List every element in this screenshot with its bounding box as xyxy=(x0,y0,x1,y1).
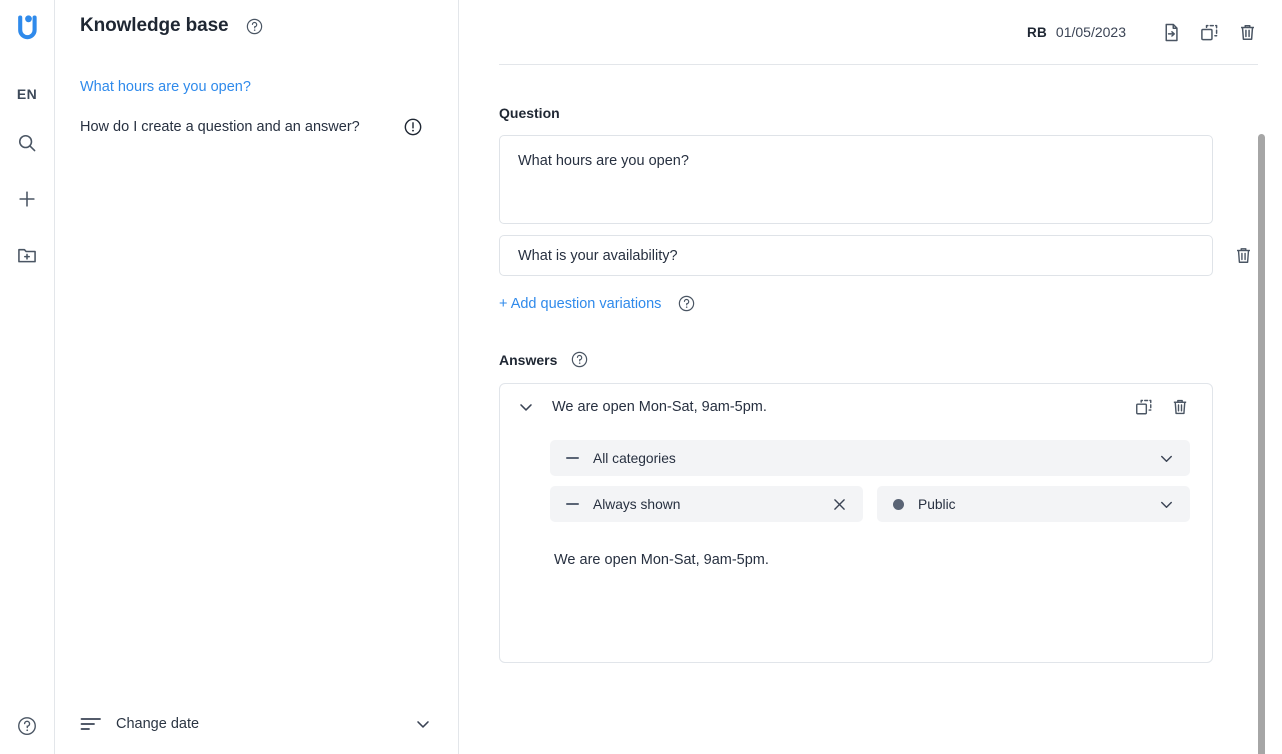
chevron-down-icon[interactable] xyxy=(1157,495,1176,514)
minus-icon xyxy=(566,503,579,505)
modified-date: 01/05/2023 xyxy=(1055,24,1126,40)
duplicate-answer-button[interactable] xyxy=(1130,393,1158,421)
question-variation-input[interactable]: What is your availability? xyxy=(499,235,1213,276)
close-x-icon[interactable] xyxy=(830,495,849,514)
plus-icon[interactable] xyxy=(12,184,42,214)
audience-select[interactable]: Public xyxy=(877,486,1190,522)
add-question-variations-row: + Add question variations xyxy=(499,294,1282,313)
detail-pane: RB 01/05/2023 Question What hours are yo… xyxy=(459,0,1282,754)
visibility-select-value: Always shown xyxy=(593,496,681,512)
status-dot-icon xyxy=(893,498,904,510)
list-item-label: What hours are you open? xyxy=(80,79,251,95)
minus-icon xyxy=(566,457,579,459)
list-item-label: How do I create a question and an answer… xyxy=(80,119,360,135)
answer-body-editor[interactable]: We are open Mon-Sat, 9am-5pm. xyxy=(500,552,1212,652)
list-panel-header: Knowledge base xyxy=(55,0,458,37)
scrollbar-thumb[interactable] xyxy=(1258,134,1265,754)
change-date-label: Change date xyxy=(116,716,200,732)
detail-header: RB 01/05/2023 xyxy=(459,0,1282,64)
alert-circle-icon[interactable] xyxy=(403,117,423,137)
language-indicator[interactable]: EN xyxy=(17,86,37,102)
answer-card-controls: All categories Always shown Public xyxy=(500,430,1212,522)
category-select-value: All categories xyxy=(593,450,676,466)
add-question-variations-link[interactable]: + Add question variations xyxy=(499,296,661,312)
question-label-text: Question xyxy=(499,105,560,121)
sort-lines-icon xyxy=(80,716,102,732)
delete-answer-button[interactable] xyxy=(1166,393,1194,421)
answer-card-title: We are open Mon-Sat, 9am-5pm. xyxy=(552,399,767,415)
chevron-down-icon[interactable] xyxy=(516,397,536,417)
delete-variation-button[interactable] xyxy=(1233,245,1254,266)
duplicate-button[interactable] xyxy=(1194,17,1224,47)
answer-card-header: We are open Mon-Sat, 9am-5pm. xyxy=(500,384,1212,430)
answer-visibility-row: Always shown Public xyxy=(550,486,1190,522)
visibility-select[interactable]: Always shown xyxy=(550,486,863,522)
list-item[interactable]: How do I create a question and an answer… xyxy=(55,107,458,147)
answers-label-text: Answers xyxy=(499,351,558,368)
author-initials: RB xyxy=(1027,24,1047,40)
question-variation-row: What is your availability? xyxy=(499,235,1282,276)
answers-section-label: Answers xyxy=(499,350,1282,369)
page-title: Knowledge base xyxy=(80,15,229,36)
knowledge-base-list-panel: Knowledge base What hours are you open? … xyxy=(55,0,459,754)
userlike-logo-icon[interactable] xyxy=(10,12,44,46)
app-root: EN Knowledge base What hours are you ope… xyxy=(0,0,1282,754)
help-circle-icon[interactable] xyxy=(677,294,696,313)
help-circle-icon[interactable] xyxy=(570,350,589,369)
chevron-down-icon[interactable] xyxy=(1157,449,1176,468)
help-circle-icon[interactable] xyxy=(245,17,264,36)
question-section-label: Question xyxy=(499,105,1282,121)
icon-rail: EN xyxy=(0,0,55,754)
change-date-control[interactable]: Change date xyxy=(55,694,458,754)
search-icon[interactable] xyxy=(12,128,42,158)
new-folder-icon[interactable] xyxy=(12,240,42,270)
category-select[interactable]: All categories xyxy=(550,440,1190,476)
detail-body: Question What hours are you open? What i… xyxy=(459,65,1282,663)
scrollbar-track[interactable] xyxy=(1258,64,1282,754)
knowledge-base-item-list: What hours are you open? How do I create… xyxy=(55,67,458,147)
answer-card: We are open Mon-Sat, 9am-5pm. All catego… xyxy=(499,383,1213,663)
chevron-down-icon[interactable] xyxy=(413,714,433,734)
export-document-button[interactable] xyxy=(1156,17,1186,47)
help-circle-icon[interactable] xyxy=(13,712,41,740)
delete-button[interactable] xyxy=(1232,17,1262,47)
audience-select-value: Public xyxy=(918,496,956,512)
list-item[interactable]: What hours are you open? xyxy=(55,67,458,107)
question-input[interactable]: What hours are you open? xyxy=(499,135,1213,224)
